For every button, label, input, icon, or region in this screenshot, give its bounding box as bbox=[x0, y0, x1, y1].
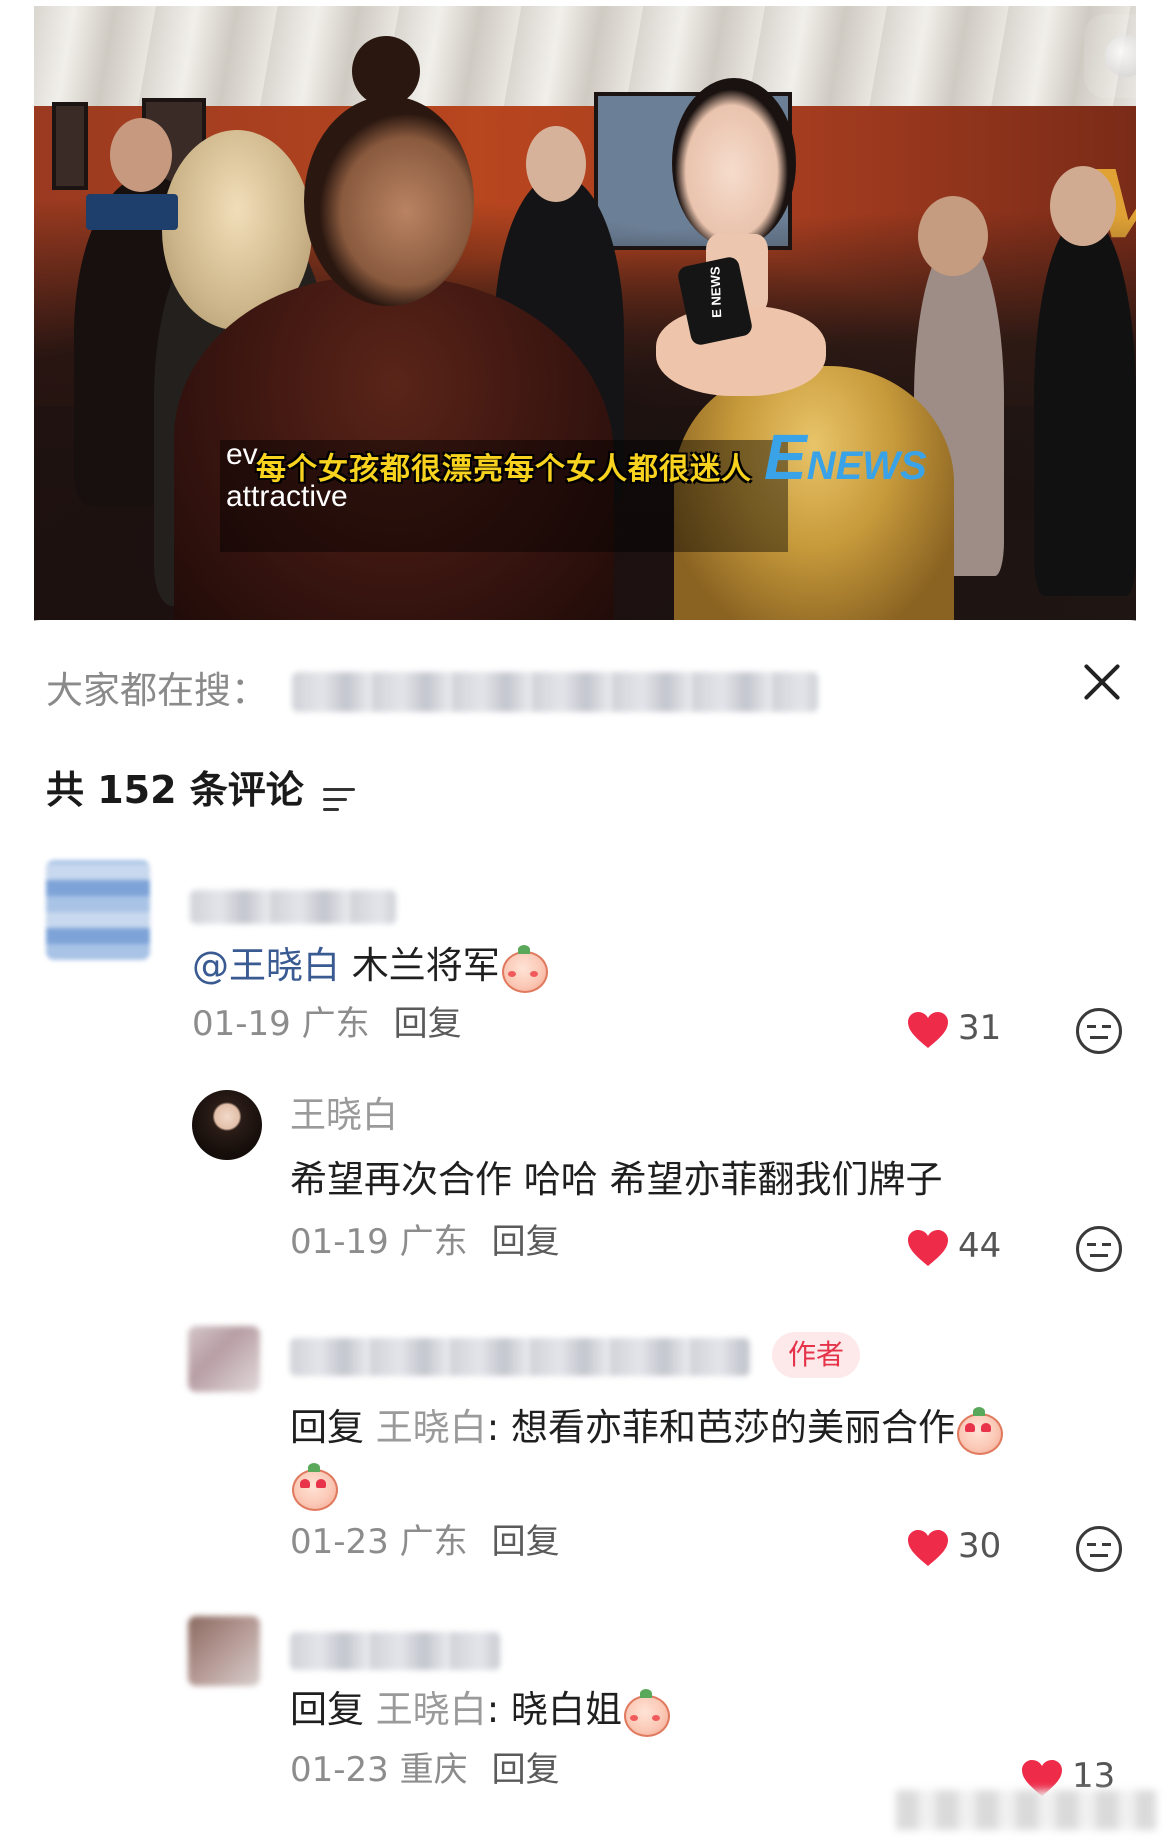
avatar[interactable] bbox=[188, 1326, 260, 1392]
background-person-head bbox=[918, 196, 988, 276]
like-button[interactable]: 44 bbox=[906, 1222, 1036, 1270]
subtitle-en-line1: ev bbox=[226, 438, 258, 471]
comment-text: 回复 王晓白: 想看亦菲和芭莎的美丽合作 bbox=[290, 1402, 1003, 1455]
reply-button[interactable]: 回复 bbox=[492, 1222, 560, 1262]
blurred-username[interactable] bbox=[290, 1338, 750, 1376]
comment-text: 回复 王晓白: 晓白姐 bbox=[290, 1684, 670, 1737]
comment-text: 希望再次合作 哈哈 希望亦菲翻我们牌子 bbox=[290, 1158, 943, 1201]
mic-label: E NEWS bbox=[707, 266, 725, 319]
like-button[interactable]: 31 bbox=[906, 1004, 1036, 1052]
background-person-head bbox=[110, 118, 172, 192]
comment-item: @王晓白 木兰将军 01-19 广东 回复 31 bbox=[0, 860, 1170, 1070]
blurred-username[interactable] bbox=[290, 1632, 500, 1670]
enews-logo-news: NEWS bbox=[806, 444, 927, 488]
actress-head bbox=[672, 78, 796, 248]
date-location: 01-19 广东 bbox=[192, 1004, 370, 1044]
trending-search-label: 大家都在搜： bbox=[46, 669, 268, 712]
reply-item: 作者 回复 王晓白: 想看亦菲和芭莎的美丽合作 01-23 广东 回复 30 bbox=[0, 1320, 1170, 1580]
comment-body: : 想看亦菲和芭莎的美丽合作 bbox=[486, 1406, 955, 1449]
emoji-icon bbox=[501, 944, 548, 993]
like-count: 44 bbox=[958, 1226, 1002, 1266]
record-icon[interactable] bbox=[1084, 14, 1136, 98]
reply-button[interactable]: 回复 bbox=[394, 1004, 462, 1044]
comment-meta: 01-19 广东 回复 bbox=[192, 1000, 462, 1048]
comment-meta: 01-23 广东 回复 bbox=[290, 1518, 560, 1566]
date-location: 01-23 重庆 bbox=[290, 1750, 468, 1790]
reply-to-username[interactable]: 王晓白 bbox=[376, 1688, 487, 1731]
background-person bbox=[1034, 216, 1136, 596]
reply-item: 王晓白 希望再次合作 哈哈 希望亦菲翻我们牌子 01-19 广东 回复 44 bbox=[0, 1090, 1170, 1290]
enews-logo: ENEWS bbox=[764, 420, 927, 494]
heart-icon bbox=[908, 1012, 948, 1048]
reply-button[interactable]: 回复 bbox=[492, 1750, 560, 1790]
comments-sheet: 大家都在搜： 共 152 条评论 @王晓白 木兰将军 01-19 广东 回复 3… bbox=[0, 620, 1170, 1844]
close-icon[interactable] bbox=[1076, 656, 1128, 708]
author-tag: 作者 bbox=[772, 1332, 861, 1378]
enews-logo-e: E bbox=[764, 421, 807, 493]
emoji-icon bbox=[624, 1688, 670, 1737]
subtitle-zh: 每个女孩都很漂亮每个女人都很迷人 bbox=[256, 452, 752, 487]
comment-count-row: 共 152 条评论 bbox=[46, 760, 357, 820]
channel-logo bbox=[86, 194, 178, 230]
screen: M E NEWS bbox=[0, 0, 1170, 1844]
avatar[interactable] bbox=[192, 1090, 262, 1160]
emoji-icon bbox=[957, 1406, 1003, 1455]
like-count: 31 bbox=[958, 1008, 1002, 1048]
date-location: 01-23 广东 bbox=[290, 1522, 468, 1562]
poster bbox=[52, 102, 88, 190]
heart-icon bbox=[908, 1530, 948, 1566]
avatar[interactable] bbox=[188, 1616, 260, 1686]
reply-button[interactable]: 回复 bbox=[492, 1522, 560, 1562]
reply-prefix: 回复 bbox=[290, 1688, 376, 1731]
emoji-icon bbox=[292, 1462, 338, 1511]
comment-meta: 01-23 重庆 回复 bbox=[290, 1746, 560, 1794]
mention-link[interactable]: @王晓白 bbox=[192, 944, 340, 987]
hair-bun bbox=[352, 36, 420, 106]
dislike-icon[interactable] bbox=[1076, 1008, 1122, 1054]
date-location: 01-19 广东 bbox=[290, 1222, 468, 1262]
tent-canopy bbox=[34, 6, 1136, 111]
comment-body: : 晓白姐 bbox=[486, 1688, 622, 1731]
dislike-icon[interactable] bbox=[1076, 1526, 1122, 1572]
reply-to-username[interactable]: 王晓白 bbox=[376, 1406, 487, 1449]
reply-prefix: 回复 bbox=[290, 1406, 376, 1449]
comment-meta: 01-19 广东 回复 bbox=[290, 1218, 560, 1266]
avatar[interactable] bbox=[46, 860, 150, 960]
blurred-search-terms[interactable] bbox=[292, 672, 818, 712]
username[interactable]: 王晓白 bbox=[290, 1092, 398, 1140]
comment-body: 木兰将军 bbox=[340, 944, 500, 987]
interviewer-head bbox=[304, 96, 474, 306]
blurred-watermark bbox=[896, 1790, 1156, 1830]
comment-text: @王晓白 木兰将军 bbox=[192, 940, 548, 993]
like-count: 30 bbox=[958, 1526, 1002, 1566]
comment-text-continued bbox=[290, 1458, 338, 1511]
blurred-username[interactable] bbox=[190, 890, 396, 924]
video-player[interactable]: M E NEWS bbox=[0, 0, 1170, 640]
background-person-head bbox=[1050, 166, 1116, 246]
comment-count: 共 152 条评论 bbox=[46, 768, 304, 812]
background-person-head bbox=[526, 126, 586, 202]
heart-icon bbox=[908, 1230, 948, 1266]
dislike-icon[interactable] bbox=[1076, 1226, 1122, 1272]
filter-icon[interactable] bbox=[322, 784, 357, 814]
like-button[interactable]: 30 bbox=[906, 1522, 1036, 1570]
